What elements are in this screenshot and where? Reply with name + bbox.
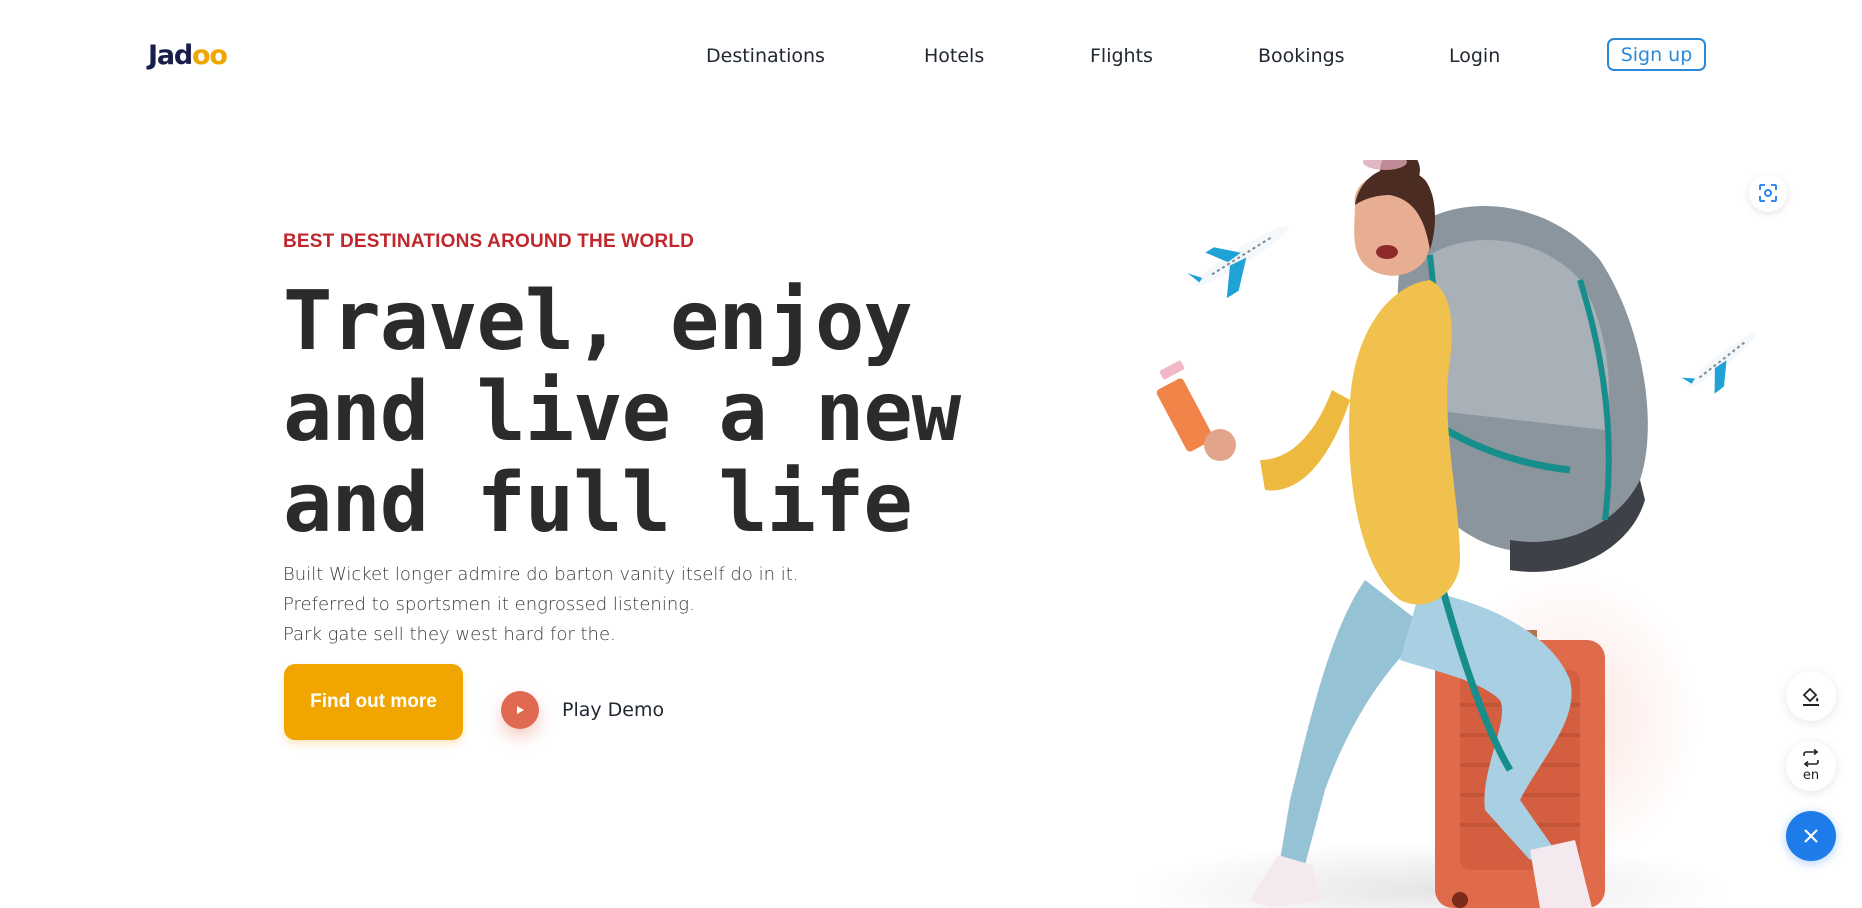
- signup-button[interactable]: Sign up: [1607, 38, 1706, 71]
- traveler-head: [1354, 160, 1435, 276]
- description-line-1: Built Wicket longer admire do barton van…: [283, 564, 799, 585]
- paint-button[interactable]: [1786, 671, 1836, 721]
- close-icon: [1804, 829, 1818, 843]
- play-icon[interactable]: [501, 691, 539, 729]
- headline-line-3: and full life: [283, 456, 913, 551]
- find-out-more-button[interactable]: Find out more: [284, 664, 463, 740]
- headline-line-2: and live a new: [283, 365, 961, 460]
- nav-login[interactable]: Login: [1449, 45, 1500, 67]
- nav-hotels[interactable]: Hotels: [924, 45, 984, 67]
- headline-line-1: Travel, enjoy: [283, 274, 913, 369]
- logo-text-prefix: Jad: [148, 40, 193, 71]
- language-code: en: [1802, 768, 1820, 783]
- landing-page: Jadoo Destinations Hotels Flights Bookin…: [0, 0, 1862, 908]
- logo-text-suffix: oo: [192, 40, 228, 71]
- hero-description: Built Wicket longer admire do barton van…: [283, 560, 799, 650]
- close-widget-button[interactable]: [1786, 811, 1836, 861]
- paint-bucket-icon: [1802, 687, 1819, 706]
- language-switcher[interactable]: en: [1786, 741, 1836, 791]
- nav-destinations[interactable]: Destinations: [706, 45, 825, 67]
- repeat-arrows-icon: [1803, 749, 1819, 767]
- focus-scan-button[interactable]: [1749, 174, 1787, 212]
- focus-scan-icon: [1759, 184, 1777, 202]
- hero-headline: Travel, enjoy and live a new and full li…: [283, 274, 961, 551]
- airplane-left-icon: [1187, 225, 1289, 299]
- play-demo-button[interactable]: Play Demo: [501, 691, 664, 729]
- hero-eyebrow: BEST DESTINATIONS AROUND THE WORLD: [283, 231, 695, 252]
- nav-flights[interactable]: Flights: [1090, 45, 1153, 67]
- traveler-torso: [1260, 280, 1460, 605]
- description-line-2: Preferred to sportsmen it engrossed list…: [283, 594, 695, 615]
- description-line-3: Park gate sell they west hard for the.: [283, 624, 616, 645]
- hero-traveler-illustration: [1130, 160, 1757, 908]
- airplane-right-icon: [1681, 332, 1757, 394]
- nav-bookings[interactable]: Bookings: [1258, 45, 1345, 67]
- brand-logo[interactable]: Jadoo: [148, 39, 228, 73]
- play-demo-label: Play Demo: [562, 699, 665, 721]
